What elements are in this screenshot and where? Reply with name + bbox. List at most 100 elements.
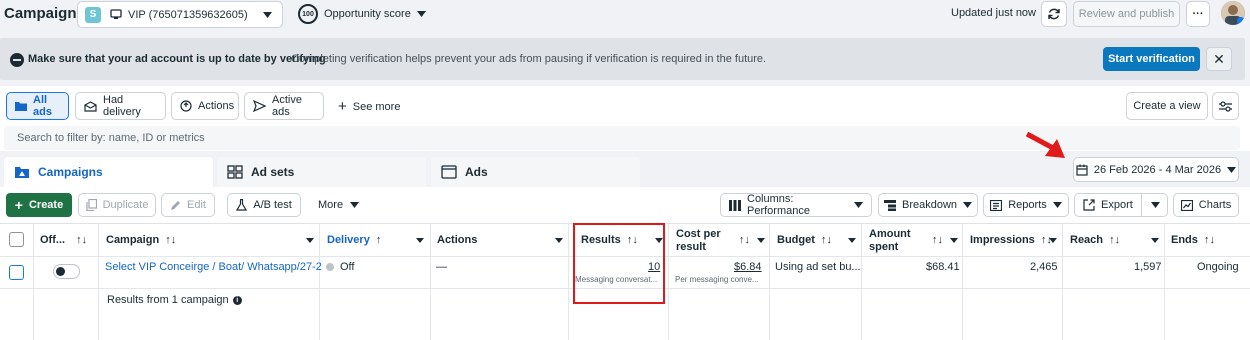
charts-button[interactable]: Charts [1173, 193, 1239, 217]
select-all-checkbox[interactable] [9, 232, 24, 247]
filter-label: Active ads [272, 94, 302, 118]
sort-icon: ↑↓ [76, 234, 88, 246]
col-header-actions[interactable]: Actions [437, 234, 477, 246]
sort-icon[interactable]: ↑↓ [932, 234, 943, 246]
date-range-picker[interactable]: 26 Feb 2026 - 4 Mar 2026 [1073, 157, 1239, 182]
col-header-impressions[interactable]: Impressions ↑↓ [970, 234, 1052, 246]
col-divider [430, 223, 431, 340]
chevron-down-icon [1052, 202, 1062, 208]
breakdown-button[interactable]: Breakdown [878, 193, 978, 217]
account-name: VIP (765071359632605) [128, 8, 248, 21]
columns-button[interactable]: Columns: Performance [720, 193, 872, 217]
results-highlight-annotation [573, 223, 665, 304]
duplicate-button[interactable]: Duplicate [78, 193, 156, 217]
col-divider [568, 223, 569, 340]
chevron-down-icon [1227, 166, 1237, 173]
alert-circle-icon [180, 100, 192, 112]
delivery-status: Off [326, 261, 354, 273]
more-actions-button[interactable]: More [310, 193, 367, 217]
filter-label: Actions [198, 100, 235, 112]
campaign-name-link[interactable]: Select VIP Conceirge / Boat/ Whatsapp/27… [105, 261, 322, 273]
col-header-budget[interactable]: Budget ↑↓ [777, 234, 832, 246]
row-checkbox[interactable] [9, 265, 24, 280]
impressions-cell: 2,465 [1030, 261, 1058, 273]
col-header-offon[interactable]: Off... ↑↓ [40, 234, 87, 246]
budget-cell: Using ad set bu... [775, 261, 861, 273]
column-menu-caret[interactable] [757, 238, 765, 243]
cost-per-result-value[interactable]: $6.84 [734, 261, 762, 273]
tab-campaigns[interactable]: Campaigns [4, 157, 213, 187]
refresh-icon [1047, 7, 1061, 21]
col-divider [319, 223, 320, 340]
column-menu-caret[interactable] [555, 238, 563, 243]
opportunity-score-badge: 100 [298, 4, 318, 24]
col-header-amount-spent[interactable]: Amount spent [869, 228, 911, 254]
column-menu-caret[interactable] [306, 238, 314, 243]
col-divider [861, 223, 862, 340]
chevron-down-icon [416, 11, 426, 17]
col-header-cost-per-result[interactable]: Cost per result [676, 228, 721, 254]
columns-icon [729, 199, 741, 211]
start-verification-button[interactable]: Start verification [1103, 47, 1200, 71]
folder-icon [15, 101, 27, 111]
chevron-down-icon [963, 202, 973, 208]
col-divider [1062, 223, 1063, 340]
col-divider [33, 223, 34, 340]
col-header-ends[interactable]: Ends ↑↓ [1171, 234, 1215, 246]
campaign-on-off-toggle[interactable] [53, 264, 80, 279]
more-options-button[interactable]: ··· [1186, 1, 1210, 27]
tab-label: Ads [465, 165, 488, 179]
breakdown-label: Breakdown [901, 199, 958, 211]
column-menu-caret[interactable] [1049, 238, 1057, 243]
close-banner-button[interactable]: ✕ [1206, 47, 1232, 71]
grid-icon [227, 165, 243, 179]
filter-label: All ads [33, 94, 52, 118]
column-menu-caret[interactable] [848, 238, 856, 243]
refresh-button[interactable] [1041, 1, 1067, 27]
sliders-icon [1219, 100, 1232, 112]
delivery-label: Off [340, 261, 355, 273]
col-header-campaign[interactable]: Campaign ↑↓ [106, 234, 176, 246]
column-menu-caret[interactable] [416, 238, 424, 243]
col-header-delivery[interactable]: Delivery ↑ [327, 234, 381, 246]
ab-test-button[interactable]: A/B test [227, 193, 301, 217]
filter-label: Had delivery [103, 94, 141, 118]
col-header-label: Campaign [106, 234, 160, 246]
ab-test-label: A/B test [253, 199, 292, 211]
reports-button[interactable]: Reports [983, 193, 1069, 217]
filter-all-ads[interactable]: All ads [6, 92, 69, 120]
filter-actions[interactable]: Actions [171, 92, 239, 120]
tab-ads[interactable]: Ads [431, 157, 640, 187]
opportunity-score[interactable]: 100 Opportunity score [298, 4, 426, 24]
view-settings-button[interactable] [1212, 92, 1239, 120]
results-summary: Results from 1 campaign i [107, 294, 242, 306]
filter-active-ads[interactable]: Active ads [244, 92, 324, 120]
column-menu-caret[interactable] [950, 238, 958, 243]
charts-label: Charts [1198, 199, 1232, 211]
export-button[interactable]: Export [1074, 193, 1168, 217]
col-divider [668, 223, 669, 340]
column-menu-caret[interactable] [1151, 238, 1159, 243]
chevron-down-icon [854, 202, 863, 208]
sort-icon[interactable]: ↑↓ [739, 234, 750, 246]
updated-status: Updated just now [951, 7, 1036, 19]
chevron-down-icon [263, 11, 272, 18]
filter-had-delivery[interactable]: Had delivery [75, 92, 166, 120]
export-label: Export [1101, 199, 1133, 211]
export-icon [1083, 199, 1095, 211]
col-header-label: Delivery [327, 234, 370, 246]
col-header-reach[interactable]: Reach ↑↓ [1070, 234, 1120, 246]
see-more-button[interactable]: + See more [338, 98, 400, 115]
create-view-button[interactable]: Create a view [1126, 92, 1208, 120]
account-selector[interactable]: S VIP (765071359632605) [77, 1, 283, 28]
avatar[interactable] [1221, 1, 1245, 25]
edit-button[interactable]: Edit [161, 193, 215, 217]
info-icon[interactable]: i [232, 295, 242, 305]
create-button[interactable]: + Create [6, 193, 72, 217]
review-and-publish-button[interactable]: Review and publish [1073, 1, 1180, 27]
tab-ad-sets[interactable]: Ad sets [217, 157, 426, 187]
info-minus-icon [10, 53, 24, 67]
envelope-icon [84, 100, 97, 112]
search-placeholder: Search to filter by: name, ID or metrics [17, 132, 205, 144]
ad-icon [441, 165, 457, 179]
